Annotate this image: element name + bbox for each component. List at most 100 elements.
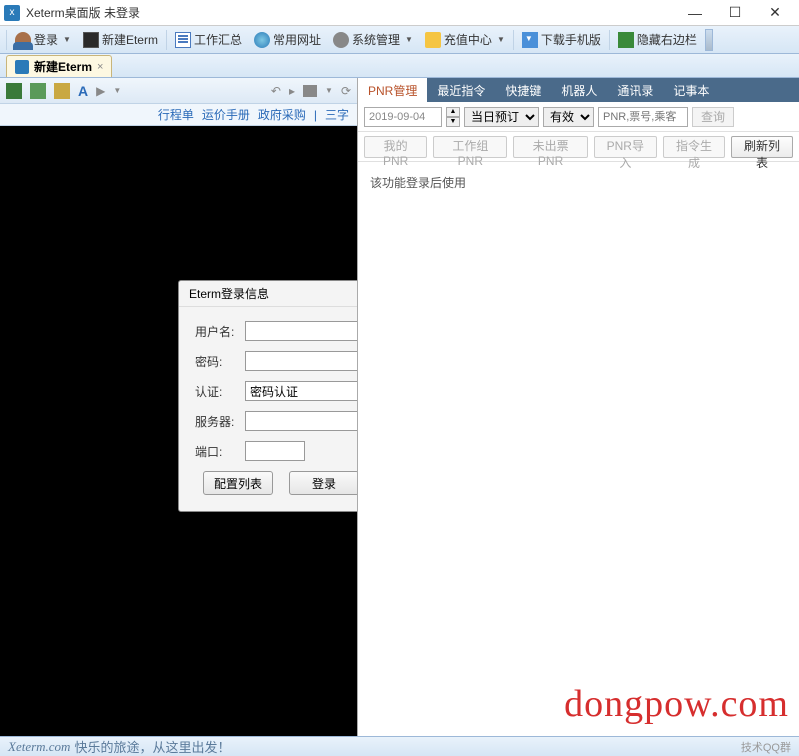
download-mobile-button[interactable]: 下载手机版 bbox=[516, 28, 607, 52]
nav-icon[interactable]: ▸ bbox=[289, 84, 295, 98]
tab-icon bbox=[15, 60, 29, 74]
config-list-button[interactable]: 配置列表 bbox=[203, 471, 273, 495]
group-pnr-button[interactable]: 工作组PNR bbox=[433, 136, 507, 158]
hide-rightbar-label: 隐藏右边栏 bbox=[637, 31, 697, 48]
login-button[interactable]: 登录 bbox=[289, 471, 357, 495]
status-slogan: 快乐的旅途，从这里出发！ bbox=[74, 737, 230, 756]
gov-purchase-link[interactable]: 政府采购 bbox=[258, 106, 306, 123]
login-label: 登录 bbox=[34, 31, 58, 48]
port-label: 端口: bbox=[195, 443, 245, 460]
pnr-import-button[interactable]: PNR导入 bbox=[594, 136, 657, 158]
download-icon bbox=[522, 32, 538, 48]
date-input[interactable] bbox=[364, 107, 442, 127]
user-icon bbox=[15, 32, 31, 48]
filter-row: ▲ ▼ 当日预订 有效 查询 bbox=[358, 102, 799, 132]
tab-recent-cmd[interactable]: 最近指令 bbox=[427, 78, 495, 102]
toolbar-separator bbox=[166, 30, 167, 50]
font-icon[interactable]: A bbox=[78, 83, 88, 99]
link-separator: | bbox=[314, 108, 317, 122]
date-up-button[interactable]: ▲ bbox=[446, 107, 460, 117]
refresh-icon[interactable]: ⟳ bbox=[341, 84, 351, 98]
status-domain: Xeterm.com bbox=[8, 739, 70, 755]
close-button[interactable]: ✕ bbox=[755, 0, 795, 26]
login-menu[interactable]: 登录 ▼ bbox=[9, 28, 77, 52]
common-urls-button[interactable]: 常用网址 bbox=[248, 28, 327, 52]
auth-select[interactable] bbox=[245, 381, 357, 401]
play-icon[interactable]: ▶ bbox=[96, 84, 105, 98]
unissued-pnr-button[interactable]: 未出票PNR bbox=[513, 136, 587, 158]
server-input[interactable] bbox=[245, 411, 357, 431]
tab-robot[interactable]: 机器人 bbox=[551, 78, 607, 102]
recharge-icon bbox=[425, 32, 441, 48]
dialog-title: Eterm登录信息 bbox=[179, 281, 357, 307]
dropdown-icon: ▼ bbox=[405, 35, 413, 44]
main-toolbar: 登录 ▼ 新建Eterm 工作汇总 常用网址 系统管理 ▼ 充值中心 ▼ 下载手… bbox=[0, 26, 799, 54]
tab-new-eterm[interactable]: 新建Eterm × bbox=[6, 55, 112, 77]
tab-strip: 新建Eterm × bbox=[0, 54, 799, 78]
dialog-body: 用户名: 密码: 认证: 服务器: bbox=[179, 307, 357, 511]
minimize-button[interactable]: — bbox=[675, 0, 715, 26]
sys-manage-label: 系统管理 bbox=[352, 31, 400, 48]
tab-label: 新建Eterm bbox=[34, 58, 92, 75]
terminal-toolbar: A ▶ ▼ ↶ ▸ ▼ ⟳ bbox=[0, 78, 357, 104]
right-tabs: PNR管理 最近指令 快捷键 机器人 通讯录 记事本 bbox=[358, 78, 799, 102]
password-input[interactable] bbox=[245, 351, 357, 371]
search-input[interactable] bbox=[598, 107, 688, 127]
date-down-button[interactable]: ▼ bbox=[446, 117, 460, 127]
booking-select[interactable]: 当日预订 bbox=[464, 107, 539, 127]
toolbar-separator bbox=[513, 30, 514, 50]
tab-close-icon[interactable]: × bbox=[97, 61, 103, 73]
maximize-button[interactable]: ☐ bbox=[715, 0, 755, 26]
work-summary-button[interactable]: 工作汇总 bbox=[169, 28, 248, 52]
work-summary-label: 工作汇总 bbox=[194, 31, 242, 48]
username-label: 用户名: bbox=[195, 323, 245, 340]
gear-icon bbox=[333, 32, 349, 48]
dropdown-icon: ▼ bbox=[497, 35, 505, 44]
sys-manage-menu[interactable]: 系统管理 ▼ bbox=[327, 28, 419, 52]
itinerary-link[interactable]: 行程单 bbox=[158, 106, 194, 123]
toolbar-grip bbox=[6, 30, 7, 50]
right-body: 该功能登录后使用 bbox=[358, 162, 799, 736]
connect-icon[interactable] bbox=[6, 83, 22, 99]
screens-icon[interactable] bbox=[54, 83, 70, 99]
refresh-list-button[interactable]: 刷新列表 bbox=[731, 136, 793, 158]
password-label: 密码: bbox=[195, 353, 245, 370]
play-dd-icon[interactable]: ▼ bbox=[113, 86, 121, 95]
toolbar-separator bbox=[609, 30, 610, 50]
toolbar-end-grip bbox=[705, 29, 713, 51]
common-urls-label: 常用网址 bbox=[273, 31, 321, 48]
recharge-label: 充值中心 bbox=[444, 31, 492, 48]
statusbar: Xeterm.com 快乐的旅途，从这里出发！ 技术QQ群 bbox=[0, 736, 799, 756]
new-eterm-label: 新建Eterm bbox=[102, 31, 158, 48]
terminal-icon bbox=[83, 32, 99, 48]
new-eterm-button[interactable]: 新建Eterm bbox=[77, 28, 164, 52]
grid-icon[interactable] bbox=[303, 85, 317, 97]
recharge-button[interactable]: 充值中心 ▼ bbox=[419, 28, 511, 52]
content-area: A ▶ ▼ ↶ ▸ ▼ ⟳ 行程单 运价手册 政府采购 | 三字 Eterm登录… bbox=[0, 78, 799, 736]
query-button[interactable]: 查询 bbox=[692, 107, 734, 127]
gen-cmd-button[interactable]: 指令生成 bbox=[663, 136, 725, 158]
right-panel: PNR管理 最近指令 快捷键 机器人 通讯录 记事本 ▲ ▼ 当日预订 有效 查… bbox=[358, 78, 799, 736]
my-pnr-button[interactable]: 我的PNR bbox=[364, 136, 427, 158]
back-icon[interactable]: ↶ bbox=[271, 84, 281, 98]
username-input[interactable] bbox=[245, 321, 357, 341]
tab-contacts[interactable]: 通讯录 bbox=[607, 78, 663, 102]
hide-rightbar-button[interactable]: 隐藏右边栏 bbox=[612, 28, 703, 52]
network-icon[interactable] bbox=[30, 83, 46, 99]
terminal-area[interactable]: Eterm登录信息 用户名: 密码: 认证: 服务器: bbox=[0, 126, 357, 736]
tab-shortcuts[interactable]: 快捷键 bbox=[495, 78, 551, 102]
dropdown-icon: ▼ bbox=[63, 35, 71, 44]
window-title: Xeterm桌面版 未登录 bbox=[26, 4, 675, 21]
status-select[interactable]: 有效 bbox=[543, 107, 594, 127]
three-char-link[interactable]: 三字 bbox=[325, 106, 349, 123]
download-mobile-label: 下载手机版 bbox=[541, 31, 601, 48]
fare-manual-link[interactable]: 运价手册 bbox=[202, 106, 250, 123]
tab-notepad[interactable]: 记事本 bbox=[663, 78, 719, 102]
grid-dd-icon[interactable]: ▼ bbox=[325, 86, 333, 95]
port-input[interactable] bbox=[245, 441, 305, 461]
app-icon: x bbox=[4, 5, 20, 21]
login-dialog: Eterm登录信息 用户名: 密码: 认证: 服务器: bbox=[178, 280, 357, 512]
tab-pnr-manage[interactable]: PNR管理 bbox=[358, 78, 427, 102]
report-icon bbox=[175, 32, 191, 48]
status-tech: 技术QQ群 bbox=[741, 739, 791, 755]
